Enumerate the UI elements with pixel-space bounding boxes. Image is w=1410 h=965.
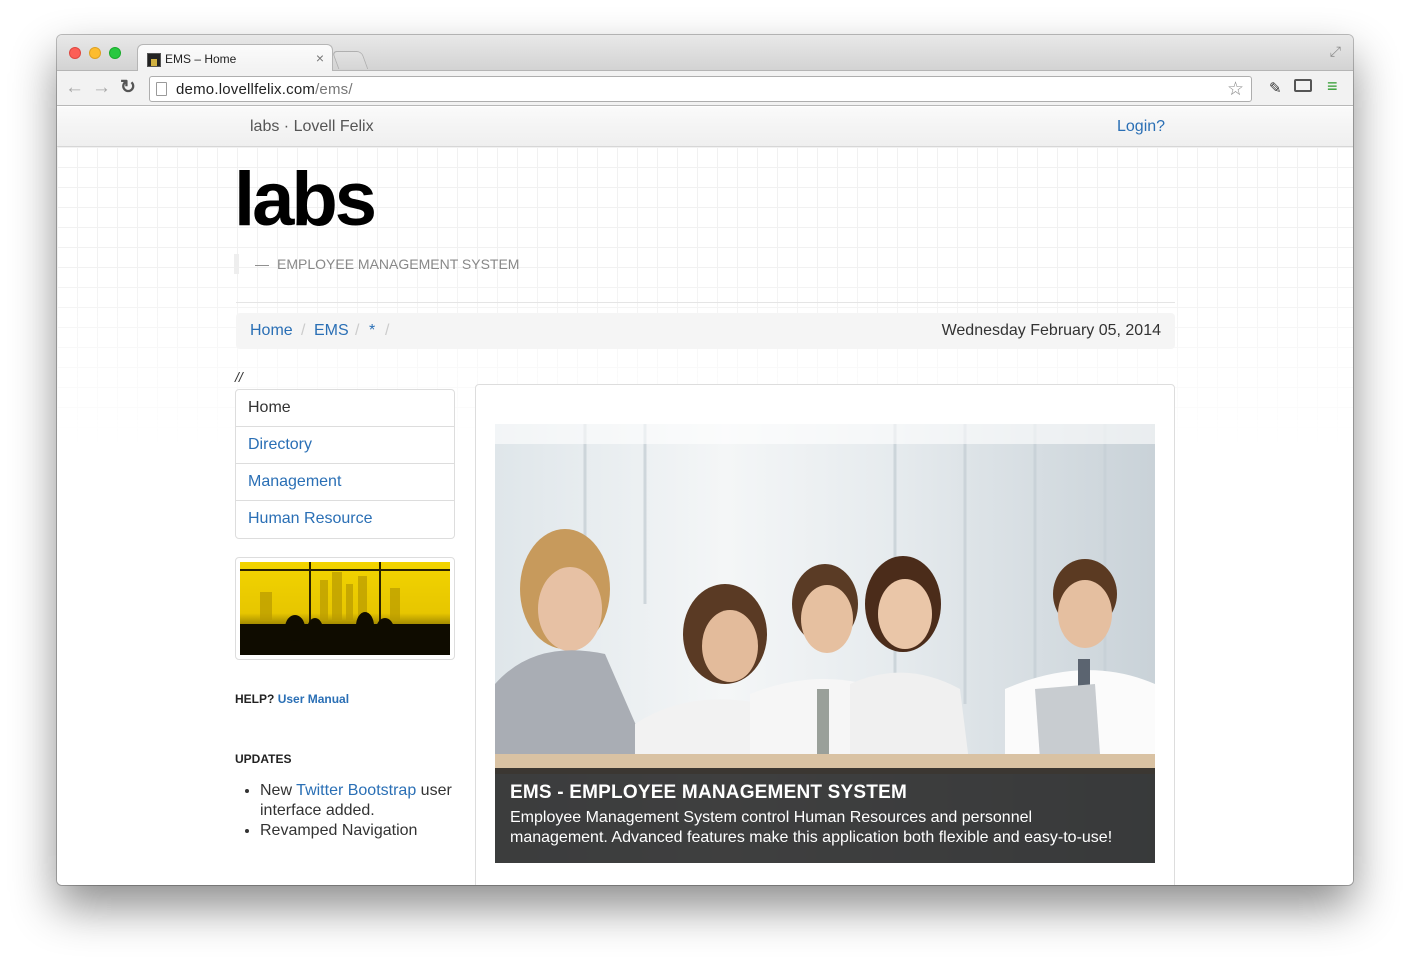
updates-heading: UPDATES bbox=[235, 752, 292, 766]
help-label: HELP? bbox=[235, 692, 275, 706]
top-navbar: labs · Lovell Felix Login? bbox=[57, 107, 1353, 147]
tagline-text: EMPLOYEE MANAGEMENT SYSTEM bbox=[277, 256, 520, 272]
tagline-dash: — bbox=[255, 256, 269, 272]
reload-icon[interactable]: ↻ bbox=[120, 77, 136, 99]
eyedropper-extension-icon[interactable]: ✎ bbox=[1269, 79, 1282, 97]
page-icon bbox=[156, 82, 167, 96]
breadcrumb-home[interactable]: Home bbox=[250, 322, 293, 340]
browser-window: EMS – Home × ⤢ ← → ↻ demo.lovellfelix.co… bbox=[57, 35, 1353, 885]
site-tagline: — EMPLOYEE MANAGEMENT SYSTEM bbox=[234, 254, 519, 274]
minimize-window-button[interactable] bbox=[89, 47, 101, 59]
updates-list: New Twitter Bootstrap user interface add… bbox=[260, 781, 470, 841]
favicon-icon bbox=[147, 53, 161, 67]
url-host: demo.lovellfelix.com bbox=[176, 81, 316, 98]
hero-carousel[interactable]: EMS - EMPLOYEE MANAGEMENT SYSTEM Employe… bbox=[495, 424, 1155, 863]
login-link[interactable]: Login? bbox=[1117, 118, 1165, 136]
city-office-image bbox=[240, 562, 450, 655]
help-section: HELP? User Manual bbox=[235, 692, 349, 706]
sidebar-item-directory[interactable]: Directory bbox=[236, 427, 454, 464]
address-bar[interactable]: demo.lovellfelix.com/ems/ ☆ bbox=[149, 76, 1252, 102]
sidebar-item-human-resource[interactable]: Human Resource bbox=[236, 501, 454, 538]
user-manual-link[interactable]: User Manual bbox=[278, 692, 349, 706]
tab-title: EMS – Home bbox=[165, 52, 237, 66]
list-item: New Twitter Bootstrap user interface add… bbox=[260, 781, 470, 821]
breadcrumb-separator: / bbox=[385, 322, 390, 339]
tab-close-icon[interactable]: × bbox=[316, 50, 324, 66]
browser-toolbar: ← → ↻ demo.lovellfelix.com/ems/ ☆ ✎ ≡ bbox=[57, 71, 1353, 106]
main-panel: EMS - EMPLOYEE MANAGEMENT SYSTEM Employe… bbox=[475, 384, 1175, 885]
comment-text: // bbox=[235, 369, 243, 385]
bookmark-star-icon[interactable]: ☆ bbox=[1227, 78, 1244, 101]
current-date: Wednesday February 05, 2014 bbox=[941, 322, 1161, 339]
divider bbox=[236, 302, 1175, 303]
sidebar-thumbnail bbox=[235, 557, 455, 660]
hero-caption: EMS - EMPLOYEE MANAGEMENT SYSTEM Employe… bbox=[495, 768, 1155, 863]
navbar-brand[interactable]: labs · Lovell Felix bbox=[250, 118, 374, 136]
close-window-button[interactable] bbox=[69, 47, 81, 59]
hero-title: EMS - EMPLOYEE MANAGEMENT SYSTEM bbox=[510, 782, 907, 803]
breadcrumb-current[interactable]: * bbox=[369, 322, 375, 340]
update-prefix: New bbox=[260, 782, 297, 799]
maximize-window-button[interactable] bbox=[109, 47, 121, 59]
fullscreen-icon[interactable]: ⤢ bbox=[1330, 43, 1341, 60]
sidebar-item-home[interactable]: Home bbox=[236, 390, 454, 427]
side-navigation: Home Directory Management Human Resource bbox=[235, 389, 455, 539]
new-tab-button[interactable] bbox=[331, 51, 369, 69]
hero-description: Employee Management System control Human… bbox=[510, 809, 1113, 846]
back-arrow-icon[interactable]: ← bbox=[65, 77, 84, 99]
page-content: labs · Lovell Felix Login? labs — EMPLOYE… bbox=[57, 107, 1353, 885]
forward-arrow-icon[interactable]: → bbox=[92, 77, 111, 99]
list-item: Revamped Navigation bbox=[260, 821, 470, 841]
breadcrumb-ems[interactable]: EMS bbox=[314, 322, 349, 340]
browser-tab[interactable]: EMS – Home × bbox=[137, 44, 333, 72]
cast-icon[interactable] bbox=[1294, 79, 1312, 92]
url-text: demo.lovellfelix.com/ems/ bbox=[176, 81, 353, 98]
title-bar: EMS – Home × ⤢ bbox=[57, 35, 1353, 72]
site-logo: labs bbox=[234, 157, 377, 242]
breadcrumb: Home / EMS / * / Wednesday February 05, … bbox=[236, 313, 1175, 349]
menu-icon[interactable]: ≡ bbox=[1327, 76, 1338, 97]
breadcrumb-separator: / bbox=[355, 322, 360, 339]
twitter-bootstrap-link[interactable]: Twitter Bootstrap bbox=[296, 782, 416, 799]
url-path: /ems/ bbox=[315, 81, 353, 98]
breadcrumb-separator: / bbox=[301, 322, 306, 339]
sidebar-item-management[interactable]: Management bbox=[236, 464, 454, 501]
